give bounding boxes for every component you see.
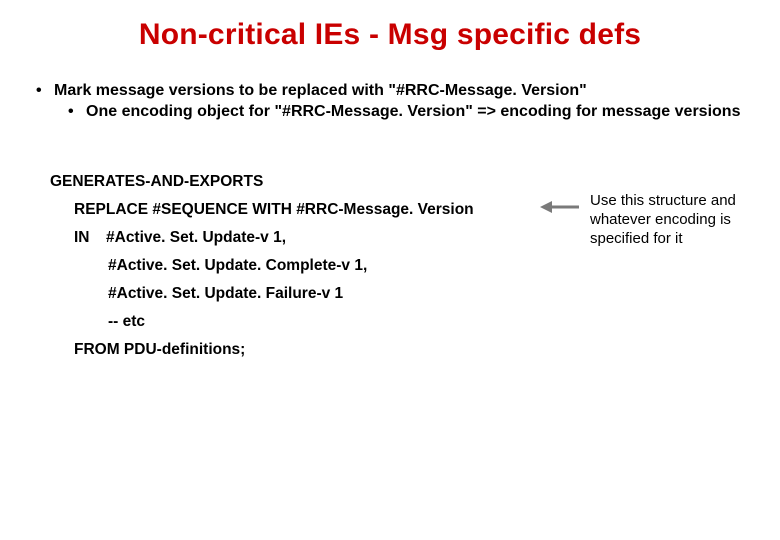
code-line: IN#Active. Set. Update-v 1, xyxy=(50,224,474,252)
code-line: GENERATES-AND-EXPORTS xyxy=(50,168,474,196)
slide-page: Non-critical IEs - Msg specific defs •Ma… xyxy=(0,0,780,540)
code-line: #Active. Set. Update. Complete-v 1, xyxy=(50,252,474,280)
bullet-dot-icon: • xyxy=(68,102,74,122)
bullet-2-text: One encoding object for "#RRC-Message. V… xyxy=(86,103,740,120)
slide-title: Non-critical IEs - Msg specific defs xyxy=(0,18,780,52)
code-line-text: #Active. Set. Update-v 1, xyxy=(106,229,286,246)
code-in-label: IN xyxy=(74,224,106,252)
code-line: REPLACE #SEQUENCE WITH #RRC-Message. Ver… xyxy=(50,196,474,224)
code-line: -- etc xyxy=(50,308,474,336)
arrow-left-icon xyxy=(540,200,580,214)
bullet-dot-icon: • xyxy=(36,82,54,100)
bullet-1-text: Mark message versions to be replaced wit… xyxy=(54,82,587,99)
annotation-text: Use this structure and whatever encoding… xyxy=(590,191,760,248)
code-line: #Active. Set. Update. Failure-v 1 xyxy=(50,280,474,308)
code-block: GENERATES-AND-EXPORTS REPLACE #SEQUENCE … xyxy=(50,168,474,364)
code-line: FROM PDU-definitions; xyxy=(50,336,474,364)
bullet-level-2: •One encoding object for "#RRC-Message. … xyxy=(86,102,750,122)
bullet-level-1: •Mark message versions to be replaced wi… xyxy=(36,82,750,100)
